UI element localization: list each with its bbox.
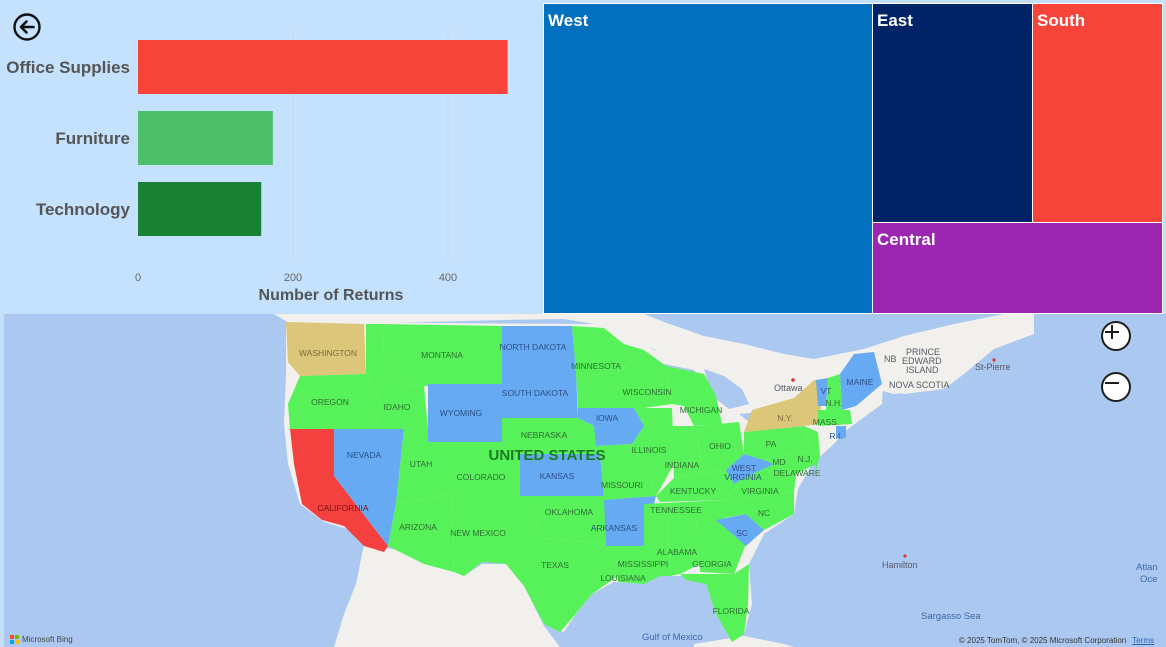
arrow-left-icon (13, 13, 41, 41)
label-oregon: OREGON (311, 397, 349, 407)
treemap-label-south: South (1037, 11, 1086, 30)
label-wisconsin: WISCONSIN (622, 387, 671, 397)
label-nebraska: NEBRASKA (521, 430, 568, 440)
state-indiana (672, 426, 700, 478)
returns-bar-chart: 0 200 400 Office Supplies Furniture Technolog… (6, 30, 508, 304)
label-mississippi: MISSISSIPPI (618, 559, 669, 569)
bar-chart-panel: 0 200 400 Office Supplies Furniture Technolog… (0, 0, 543, 313)
treemap-label-central: Central (877, 230, 936, 249)
label-ohio: OHIO (709, 441, 731, 451)
label-st-pierre: St-Pierre (975, 362, 1011, 372)
hamilton-marker (903, 554, 907, 558)
microsoft-logo-icon (10, 635, 19, 644)
treemap-cell-east[interactable]: East (872, 3, 1033, 223)
map-attribution: © 2025 TomTom, © 2025 Microsoft Corporat… (959, 636, 1154, 645)
back-button[interactable] (12, 12, 42, 42)
plus-icon (1105, 325, 1119, 339)
minus-icon (1105, 382, 1119, 384)
zoom-in-button[interactable] (1101, 321, 1131, 351)
label-arkansas: ARKANSAS (591, 523, 638, 533)
label-indiana: INDIANA (665, 460, 700, 470)
treemap-label-east: East (877, 11, 913, 30)
label-nevada: NEVADA (347, 450, 382, 460)
label-missouri: MISSOURI (601, 480, 643, 490)
label-new-hampshire: N.H. (826, 398, 843, 408)
state-florida (680, 564, 749, 642)
label-kansas: KANSAS (540, 471, 575, 481)
label-georgia: GEORGIA (692, 559, 732, 569)
label-new-york: N.Y. (777, 413, 792, 423)
x-tick-label: 400 (439, 272, 457, 284)
label-nova-scotia: NOVA SCOTIA (889, 380, 949, 390)
label-new-mexico: NEW MEXICO (450, 528, 506, 538)
label-sargasso-sea: Sargasso Sea (921, 611, 981, 622)
label-massachusetts: MASS. (813, 417, 839, 427)
label-vermont: VT (821, 386, 832, 396)
label-minnesota: MINNESOTA (571, 361, 621, 371)
label-west-virginia-2: VIRGINIA (724, 472, 762, 482)
label-california: CALIFORNIA (317, 503, 368, 513)
label-tennessee: TENNESSEE (650, 505, 702, 515)
label-north-carolina: NC (758, 508, 770, 518)
label-atlantic-2: Oce (1140, 574, 1157, 585)
category-label: Furniture (55, 129, 130, 148)
label-alabama: ALABAMA (657, 547, 697, 557)
label-montana: MONTANA (421, 350, 463, 360)
bar-furniture[interactable] (138, 111, 273, 165)
label-louisiana: LOUISIANA (600, 573, 646, 583)
terms-link[interactable]: Terms (1132, 636, 1154, 645)
bing-label: Microsoft Bing (22, 635, 73, 644)
label-rhode-island: R.I. (829, 431, 842, 441)
treemap-cell-central[interactable]: Central (872, 222, 1163, 314)
label-utah: UTAH (410, 459, 433, 469)
category-label: Office Supplies (6, 58, 130, 77)
label-michigan: MICHIGAN (680, 405, 723, 415)
cuba-land (694, 636, 794, 647)
label-south-dakota: SOUTH DAKOTA (502, 388, 569, 398)
ottawa-marker (791, 378, 795, 382)
label-atlantic-1: Atlan (1136, 562, 1158, 573)
label-illinois: ILLINOIS (632, 445, 667, 455)
label-idaho: IDAHO (384, 402, 411, 412)
label-maine: MAINE (847, 377, 874, 387)
label-united-states: UNITED STATES (489, 447, 606, 464)
label-iowa: IOWA (596, 413, 619, 423)
label-wyoming: WYOMING (440, 408, 483, 418)
x-tick-label: 200 (284, 272, 302, 284)
label-kentucky: KENTUCKY (670, 486, 717, 496)
label-oklahoma: OKLAHOMA (545, 507, 594, 517)
treemap-cell-west[interactable]: West (543, 3, 873, 314)
label-pennsylvania: PA (766, 439, 777, 449)
label-gulf-of-mexico: Gulf of Mexico (642, 632, 703, 643)
label-texas: TEXAS (541, 560, 569, 570)
label-north-dakota: NORTH DAKOTA (500, 342, 567, 352)
label-south-carolina: SC (736, 528, 748, 538)
region-treemap: West East South Central (543, 3, 1163, 314)
label-virginia: VIRGINIA (741, 486, 779, 496)
label-arizona: ARIZONA (399, 522, 437, 532)
label-nb: NB (884, 354, 897, 364)
us-returns-map[interactable]: WASHINGTON OREGON CALIFORNIA NEVADA IDAH… (4, 314, 1166, 647)
map-canvas[interactable]: WASHINGTON OREGON CALIFORNIA NEVADA IDAH… (4, 314, 1166, 647)
label-hamilton: Hamilton (882, 560, 918, 570)
attribution-text: © 2025 TomTom, © 2025 Microsoft Corporat… (958, 636, 1127, 645)
x-axis-title: Number of Returns (259, 287, 404, 304)
label-maryland: MD (772, 457, 785, 467)
label-florida: FLORIDA (713, 606, 750, 616)
zoom-out-button[interactable] (1101, 372, 1131, 402)
label-colorado: COLORADO (457, 472, 506, 482)
bar-office-supplies[interactable] (138, 40, 508, 94)
treemap-label-west: West (548, 11, 589, 30)
bar-technology[interactable] (138, 182, 262, 236)
label-ottawa: Ottawa (774, 383, 803, 393)
bing-logo: Microsoft Bing (10, 635, 73, 644)
label-new-jersey: N.J. (797, 454, 812, 464)
treemap-cell-south[interactable]: South (1032, 3, 1163, 223)
label-washington: WASHINGTON (299, 348, 357, 358)
x-tick-label: 0 (135, 272, 141, 284)
label-delaware: DELAWARE (773, 468, 820, 478)
label-pei-3: ISLAND (906, 365, 939, 375)
category-label: Technology (36, 200, 131, 219)
